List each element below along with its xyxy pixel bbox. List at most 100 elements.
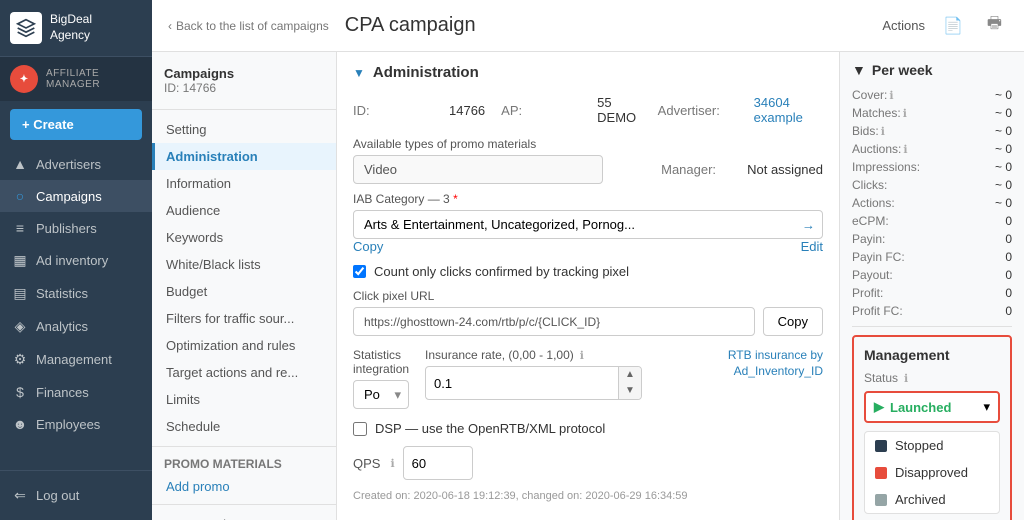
campaigns-icon: ○ <box>12 188 28 204</box>
status-dropdown-arrow: ▾ <box>983 399 990 415</box>
promo-input[interactable] <box>353 155 603 184</box>
status-select[interactable]: ▶ Launched ▾ <box>864 391 1000 423</box>
stopped-dot <box>875 440 887 452</box>
dsp-checkbox[interactable] <box>353 422 367 436</box>
logo-icon <box>10 12 42 44</box>
topbar: ‹ Back to the list of campaigns CPA camp… <box>152 0 1024 52</box>
status-option-archived[interactable]: Archived <box>865 486 999 513</box>
left-panel-item-administration[interactable]: Administration <box>152 143 336 170</box>
stat-actions: Actions: ~ 0 <box>852 196 1012 210</box>
status-info-icon[interactable]: ℹ <box>904 372 908 385</box>
left-panel-item-audience[interactable]: Audience <box>152 197 336 224</box>
publishers-icon: ≡ <box>12 220 28 236</box>
sidebar-item-label: Ad inventory <box>36 253 108 268</box>
campaign-label: Campaigns <box>164 66 324 81</box>
affiliate-icon: ✦ <box>10 65 38 93</box>
sidebar-item-publishers[interactable]: ≡ Publishers <box>0 212 152 244</box>
rtb-link[interactable]: RTB insurance by Ad_Inventory_ID <box>658 348 823 379</box>
id-value: 14766 <box>449 103 485 118</box>
left-panel-item-schedule[interactable]: Schedule <box>152 413 336 440</box>
document-icon-button[interactable]: 📄 <box>937 12 969 40</box>
stats-select-wrap: Postback ▾ <box>353 380 409 409</box>
right-divider <box>852 326 1012 327</box>
sidebar-item-label: Finances <box>36 385 89 400</box>
left-panel-header: Campaigns ID: 14766 <box>152 62 336 103</box>
insurance-up-arrow[interactable]: ▲ <box>619 367 641 383</box>
left-panel-item-optimization[interactable]: Optimization and rules <box>152 332 336 359</box>
bids-info-icon[interactable]: ℹ <box>881 126 885 138</box>
add-promo-link[interactable]: Add promo <box>152 475 336 498</box>
status-option-disapproved[interactable]: Disapproved <box>865 459 999 486</box>
sidebar-item-management[interactable]: ⚙ Management <box>0 343 152 376</box>
tracking-pixel-checkbox[interactable] <box>353 265 366 278</box>
iab-input[interactable] <box>353 210 823 239</box>
left-panel-item-filters[interactable]: Filters for traffic sour... <box>152 305 336 332</box>
advertiser-label: Advertiser: <box>658 103 738 118</box>
pixel-url-input[interactable] <box>353 307 755 336</box>
advertiser-link[interactable]: 34604 example <box>754 95 823 125</box>
tracking-pixel-label: Count only clicks confirmed by tracking … <box>374 264 629 279</box>
auctions-info-icon[interactable]: ℹ <box>903 144 907 156</box>
left-panel-item-target-actions2[interactable]: Target actions <box>152 511 336 520</box>
section-collapse-icon[interactable]: ▼ <box>353 66 365 80</box>
copy-url-button[interactable]: Copy <box>763 307 823 336</box>
stat-payin: Payin: 0 <box>852 232 1012 246</box>
left-panel-item-information[interactable]: Information <box>152 170 336 197</box>
ap-value: 55 DEMO <box>597 95 642 125</box>
iab-arrow-icon[interactable]: → <box>802 217 815 232</box>
left-panel-item-white-black[interactable]: White/Black lists <box>152 251 336 278</box>
sidebar-item-label: Statistics <box>36 286 88 301</box>
logout-icon: ⇐ <box>12 487 28 504</box>
sidebar-item-advertisers[interactable]: ▲ Advertisers <box>0 148 152 180</box>
copy-link[interactable]: Copy <box>353 239 383 254</box>
qps-row: QPS ℹ ▲ ▼ <box>353 446 823 480</box>
left-panel-sep2 <box>152 446 336 447</box>
sidebar-item-analytics[interactable]: ◈ Analytics <box>0 310 152 343</box>
qps-info-icon[interactable]: ℹ <box>390 457 394 470</box>
select-arrow-icon: ▾ <box>395 387 402 403</box>
print-icon-button[interactable]: 🖶 <box>981 8 1008 43</box>
sidebar-item-statistics[interactable]: ▤ Statistics <box>0 277 152 310</box>
status-label: Status ℹ <box>864 371 1000 385</box>
status-option-stopped[interactable]: Stopped <box>865 432 999 459</box>
logout-item[interactable]: ⇐ Log out <box>0 479 152 512</box>
insurance-arrows: ▲ ▼ <box>618 367 641 399</box>
topbar-left: ‹ Back to the list of campaigns CPA camp… <box>168 14 476 37</box>
employees-icon: ☻ <box>12 416 28 432</box>
stats-label: Statistics integration <box>353 348 409 376</box>
left-panel-item-budget[interactable]: Budget <box>152 278 336 305</box>
insurance-input[interactable] <box>426 370 618 397</box>
stat-auctions: Auctions:ℹ ~ 0 <box>852 142 1012 156</box>
advertisers-icon: ▲ <box>12 156 28 172</box>
rtb-col: RTB insurance by Ad_Inventory_ID <box>658 348 823 381</box>
section-title: Administration <box>373 64 479 81</box>
actions-button[interactable]: Actions <box>882 18 925 33</box>
insurance-down-arrow[interactable]: ▼ <box>619 383 641 399</box>
stat-cover: Cover:ℹ ~ 0 <box>852 88 1012 102</box>
create-button[interactable]: Create <box>10 109 142 140</box>
qps-input[interactable] <box>404 450 473 477</box>
analytics-icon: ◈ <box>12 318 28 335</box>
iab-block: IAB Category — 3 * → Copy Edit <box>353 192 823 254</box>
back-link[interactable]: ‹ Back to the list of campaigns <box>168 19 329 33</box>
campaign-id: ID: 14766 <box>164 81 324 95</box>
sidebar-item-ad-inventory[interactable]: ▦ Ad inventory <box>0 244 152 277</box>
left-panel-item-target-actions[interactable]: Target actions and re... <box>152 359 336 386</box>
stats-row: Statistics integration Postback ▾ Insura… <box>353 348 823 409</box>
qps-input-wrap: ▲ ▼ <box>403 446 473 480</box>
sidebar-item-employees[interactable]: ☻ Employees <box>0 408 152 440</box>
sidebar-item-finances[interactable]: $ Finances <box>0 376 152 408</box>
cover-info-icon[interactable]: ℹ <box>889 90 893 102</box>
left-panel-item-limits[interactable]: Limits <box>152 386 336 413</box>
insurance-info-icon[interactable]: ℹ <box>580 349 584 362</box>
matches-info-icon[interactable]: ℹ <box>903 108 907 120</box>
stat-profit: Profit: 0 <box>852 286 1012 300</box>
sidebar-item-campaigns[interactable]: ○ Campaigns <box>0 180 152 212</box>
back-label: Back to the list of campaigns <box>176 19 329 33</box>
edit-link[interactable]: Edit <box>801 239 823 254</box>
sidebar-footer: ⇐ Log out <box>0 470 152 520</box>
left-panel-item-setting[interactable]: Setting <box>152 116 336 143</box>
pixel-url-block: Click pixel URL Copy <box>353 289 823 336</box>
left-panel-item-keywords[interactable]: Keywords <box>152 224 336 251</box>
back-arrow-icon: ‹ <box>168 19 172 33</box>
